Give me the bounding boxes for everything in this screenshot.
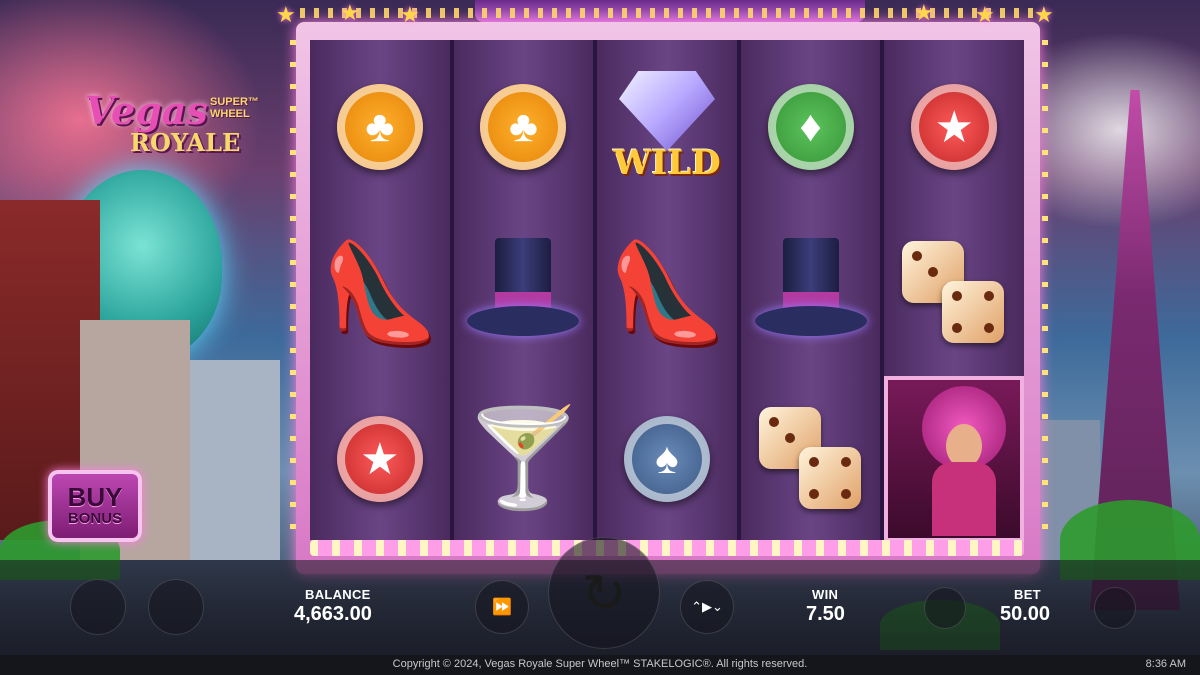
- diamond-icon: [618, 71, 715, 151]
- clubs-icon: ♣: [508, 102, 538, 151]
- autoplay-icon: ⌃▶⌄: [691, 599, 723, 614]
- side-lights-right: [1042, 40, 1048, 540]
- star-icon: ★: [1034, 2, 1054, 27]
- orange-chip-icon: ♣: [480, 84, 567, 170]
- footer-bar: Copyright © 2024, Vegas Royale Super Whe…: [0, 655, 1200, 675]
- symbol-chip-clubs: ♣: [454, 44, 594, 210]
- dice-icon: [902, 241, 1006, 345]
- cocktail-icon: 🍸: [463, 405, 584, 512]
- showgirl-costume: [932, 462, 997, 536]
- spades-icon: ♠: [655, 434, 679, 483]
- red-chip-icon: ★: [911, 84, 998, 170]
- symbol-chip-clubs: ♣: [310, 44, 450, 210]
- reel-3: WILD 👠 ♠: [597, 40, 737, 540]
- reel-5: ★: [884, 40, 1024, 542]
- spin-icon: ↻: [581, 563, 627, 624]
- turbo-button[interactable]: ⏩: [475, 580, 529, 634]
- logo-super-wheel: SUPER™ WHEEL: [210, 96, 259, 120]
- star-icon: ★: [360, 434, 400, 484]
- symbol-blue-cocktail: 🍸: [454, 376, 594, 542]
- reel-4: ♦: [740, 40, 881, 542]
- symbol-chip-star-stack: ★: [310, 376, 450, 542]
- buy-bonus-button[interactable]: BUY BONUS: [48, 470, 142, 542]
- symbol-dice: [884, 210, 1024, 376]
- balance-label: BALANCE: [305, 587, 371, 602]
- symbol-red-heels: 👠: [310, 210, 450, 376]
- clubs-icon: ♣: [365, 102, 395, 151]
- bet-value[interactable]: 50.00: [1000, 603, 1050, 626]
- dice-icon: [758, 407, 863, 511]
- red-heels-icon: 👠: [320, 239, 440, 346]
- top-hat-icon: [754, 238, 867, 348]
- buy-bonus-line2: BONUS: [67, 510, 123, 527]
- star-icon: ★: [934, 102, 974, 152]
- clock-time: 8:36 AM: [1145, 658, 1186, 670]
- diamonds-icon: ♦: [799, 102, 822, 151]
- win-label: WIN: [812, 587, 839, 602]
- buy-bonus-line1: BUY: [67, 482, 123, 512]
- logo-royale: ROYALE: [130, 128, 241, 157]
- bet-increase-button[interactable]: [1094, 587, 1136, 629]
- sound-button[interactable]: [148, 579, 204, 635]
- reel-1: ♣ 👠 ★: [310, 40, 450, 540]
- copyright-text: Copyright © 2024, Vegas Royale Super Whe…: [392, 658, 808, 670]
- symbol-red-heels: 👠: [597, 210, 737, 376]
- reel-grid[interactable]: ♣ 👠 ★ ♣ 🍸 WILD 👠 ♠ ♦ ★: [310, 40, 1024, 542]
- star-icon: ★: [975, 2, 995, 27]
- reel-bottom-lights: [310, 540, 1024, 556]
- logo-vegas: Vegas: [85, 88, 208, 133]
- building: [190, 360, 280, 560]
- fast-forward-icon: ⏩: [492, 599, 512, 616]
- orange-chip-icon: ♣: [336, 84, 423, 170]
- symbol-chip-spades: ♠: [597, 376, 737, 542]
- blue-chip-icon: ♠: [623, 416, 710, 502]
- bet-label: BET: [1014, 587, 1041, 602]
- reel-2: ♣ 🍸: [453, 40, 594, 542]
- balance-value: 4,663.00: [294, 603, 372, 625]
- symbol-chip-star-stack: ★: [884, 44, 1024, 210]
- symbol-dice: [741, 376, 881, 542]
- side-lights-left: [290, 40, 296, 540]
- star-icon: ★: [400, 2, 420, 27]
- menu-button[interactable]: [70, 579, 126, 635]
- star-icon: ★: [276, 2, 296, 27]
- symbol-showgirl: [884, 376, 1024, 542]
- red-heels-icon: 👠: [607, 239, 727, 346]
- game-logo: Vegas SUPER™ WHEEL ROYALE: [85, 88, 265, 158]
- symbol-diamond-wild: WILD: [597, 44, 737, 210]
- symbol-top-hat: [741, 210, 881, 376]
- symbol-top-hat: [454, 210, 594, 376]
- red-chip-icon: ★: [336, 416, 423, 502]
- spin-button[interactable]: ↻: [548, 537, 660, 649]
- green-chip-icon: ♦: [767, 84, 854, 170]
- top-hat-icon: [467, 238, 580, 348]
- star-icon: ★: [914, 0, 934, 25]
- symbol-chip-diamonds: ♦: [741, 44, 881, 210]
- bet-decrease-button[interactable]: [924, 587, 966, 629]
- win-value: 7.50: [806, 603, 845, 625]
- autoplay-button[interactable]: ⌃▶⌄: [680, 580, 734, 634]
- star-icon: ★: [340, 0, 360, 25]
